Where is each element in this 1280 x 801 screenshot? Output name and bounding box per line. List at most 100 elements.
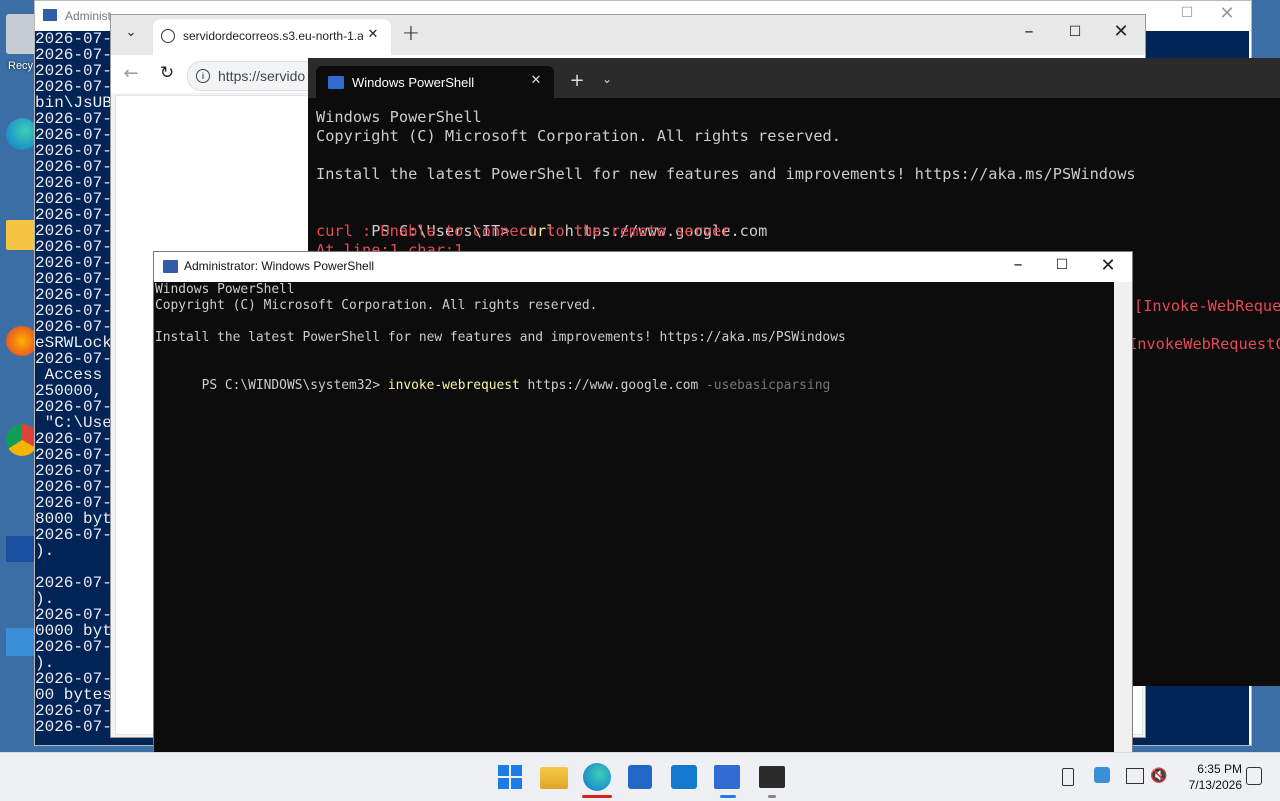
edge-icon[interactable] (583, 763, 611, 791)
background-console-line: 00 bytes (35, 686, 112, 704)
background-console-line: 2026-07- (35, 606, 112, 624)
background-console-line: 2026-07- (35, 318, 112, 336)
admin-output-line: Copyright (C) Microsoft Corporation. All… (155, 298, 598, 313)
background-console-line: 2026-07- (35, 254, 112, 272)
background-console-line: 2026-07- (35, 350, 112, 368)
close-button[interactable]: ✕ (1215, 3, 1239, 24)
powershell-icon (328, 76, 344, 89)
info-icon: i (196, 69, 210, 83)
background-console-line: 2026-07- (35, 670, 112, 688)
background-console-line: 2026-07- (35, 206, 112, 224)
maximize-button[interactable]: ☐ (1175, 5, 1199, 21)
background-console-line: 2026-07- (35, 574, 112, 592)
background-console-line: ). (35, 654, 55, 672)
start-windows-icon[interactable] (496, 763, 524, 791)
terminal-output-line: Copyright (C) Microsoft Corporation. All… (316, 127, 841, 145)
minimize-button[interactable]: – (1006, 254, 1030, 275)
background-console-line: bin\JsUB (35, 94, 112, 112)
security-shield-icon[interactable] (1094, 767, 1110, 783)
terminal-error-fragment: [Invoke-WebReque (1134, 297, 1280, 315)
admin-command-param: -usebasicparsing (706, 378, 831, 393)
background-console-line: 2026-07- (35, 270, 112, 288)
terminal-error-fragment: InvokeWebRequestC (1128, 335, 1280, 353)
background-console-line: 2026-07- (35, 62, 112, 80)
file-explorer-icon[interactable] (540, 767, 568, 789)
terminal-titlebar: Windows PowerShell ✕ + ⌄ (308, 58, 1280, 98)
background-console-line: 2026-07- (35, 222, 112, 240)
address-bar-url: https://servido (218, 68, 306, 84)
tab-list-chevron-icon[interactable]: ⌄ (121, 25, 141, 40)
browser-tab-title: servidordecorreos.s3.eu-north-1.am (183, 29, 363, 43)
background-console-line: Access (35, 366, 103, 384)
terminal-error-line: curl : Unable to connect to the remote s… (316, 222, 731, 240)
powershell-icon (43, 9, 57, 21)
outlook-icon[interactable] (671, 765, 697, 789)
background-console-line: ). (35, 542, 55, 560)
network-icon[interactable] (1126, 768, 1144, 784)
close-button[interactable]: ✕ (1109, 21, 1133, 42)
admin-scrollbar[interactable] (1114, 282, 1132, 762)
admin-command: invoke-webrequest (387, 378, 520, 393)
admin-console-title: Administrator: Windows PowerShell (184, 259, 375, 273)
refresh-icon[interactable]: ↻ (155, 63, 179, 83)
store-icon[interactable] (628, 765, 652, 789)
terminal-output-line: Install the latest PowerShell for new fe… (316, 165, 1136, 183)
clock-date: 7/13/2026 (1188, 778, 1242, 792)
admin-command-arg: https://www.google.com (519, 378, 707, 393)
background-console-line: 2026-07- (35, 126, 112, 144)
background-console-line: 2026-07- (35, 718, 112, 736)
background-console-line: 2026-07- (35, 238, 112, 256)
system-clock[interactable]: 6:35 PM 7/13/2026 (1172, 761, 1242, 793)
background-console-line: 2026-07- (35, 158, 112, 176)
background-console-line: 2026-07- (35, 494, 112, 512)
volume-muted-icon[interactable]: 🔇 (1150, 767, 1167, 784)
background-console-line: 2026-07- (35, 702, 112, 720)
terminal-taskbar-icon[interactable] (759, 766, 785, 788)
admin-output-line: Install the latest PowerShell for new fe… (155, 330, 846, 345)
background-console-line: 2026-07- (35, 110, 112, 128)
notification-icon[interactable] (1246, 767, 1262, 785)
back-arrow-icon[interactable]: ← (119, 63, 143, 84)
maximize-button[interactable]: ☐ (1050, 257, 1074, 273)
background-console-line: 250000, (35, 382, 103, 400)
usb-icon[interactable] (1062, 768, 1074, 786)
clock-time: 6:35 PM (1197, 762, 1242, 776)
browser-tabstrip: ⌄ servidordecorreos.s3.eu-north-1.am ✕ +… (111, 15, 1145, 55)
background-console-line: 2026-07- (35, 46, 112, 64)
background-console-line: 0000 byt (35, 622, 112, 640)
close-button[interactable]: ✕ (1096, 255, 1120, 276)
admin-console-titlebar: Administrator: Windows PowerShell – ☐ ✕ (154, 252, 1132, 282)
new-tab-button[interactable]: + (399, 21, 423, 46)
background-console-line: eSRWLock (35, 334, 112, 352)
background-console-line: 2026-07- (35, 78, 112, 96)
page-info-icon (161, 29, 175, 43)
dropdown-chevron-icon[interactable]: ⌄ (596, 72, 618, 86)
terminal-tab[interactable]: Windows PowerShell ✕ (316, 66, 554, 98)
browser-tab-active[interactable]: servidordecorreos.s3.eu-north-1.am ✕ (153, 19, 391, 55)
background-console-line: 2026-07- (35, 30, 112, 48)
admin-prompt-line: PS C:\WINDOWS\system32> invoke-webreques… (155, 362, 831, 410)
background-console-line: 2026-07- (35, 398, 112, 416)
admin-prompt: PS C:\WINDOWS\system32> (201, 378, 388, 393)
taskbar: 🔇 6:35 PM 7/13/2026 (0, 752, 1280, 801)
background-console-title: Administ (65, 9, 112, 23)
admin-powershell-window[interactable]: Administrator: Windows PowerShell – ☐ ✕ … (153, 251, 1133, 763)
background-console-line: 2026-07- (35, 286, 112, 304)
admin-console-output[interactable]: Windows PowerShell Copyright (C) Microsof… (154, 282, 1114, 762)
background-console-line: 2026-07- (35, 638, 112, 656)
background-console-line: ). (35, 590, 55, 608)
running-app-indicator (768, 795, 776, 798)
background-console-line: "C:\Use (35, 414, 112, 432)
close-tab-icon[interactable]: ✕ (365, 27, 381, 42)
maximize-button[interactable]: ☐ (1063, 24, 1087, 40)
desktop-label-recycle: Recy (8, 60, 34, 72)
background-console-line: 2026-07- (35, 142, 112, 160)
active-app-indicator (720, 795, 736, 798)
admin-output-line: Windows PowerShell (155, 282, 295, 297)
powershell-taskbar-icon[interactable] (714, 765, 740, 789)
minimize-button[interactable]: – (1017, 21, 1041, 42)
background-console-line: 2026-07- (35, 478, 112, 496)
background-console-line: 8000 byt (35, 510, 112, 528)
close-tab-icon[interactable]: ✕ (528, 73, 544, 88)
new-tab-button[interactable]: + (566, 70, 588, 91)
